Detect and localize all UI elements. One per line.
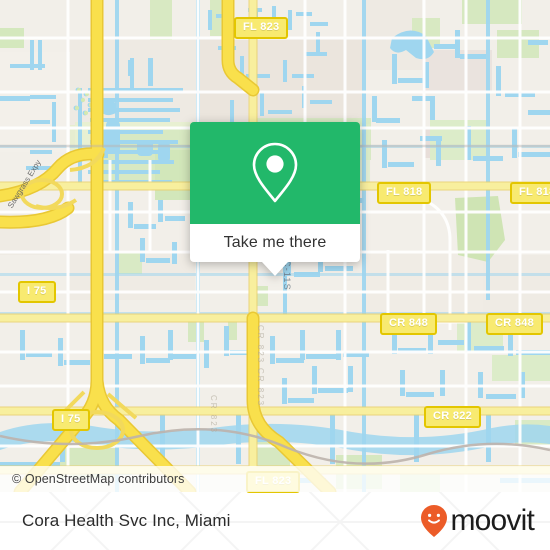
location-popup-card[interactable]: Take me there (190, 122, 360, 276)
street-label-vertical-lower: CR 823 (256, 368, 265, 408)
popup-cta-area[interactable]: Take me there (190, 224, 360, 262)
attribution-text: © OpenStreetMap contributors (12, 472, 185, 486)
street-label-vertical-bottom: CR 823 (209, 395, 218, 435)
moovit-brand[interactable]: moovit (419, 504, 535, 538)
map-attribution-bar: © OpenStreetMap contributors (0, 466, 550, 492)
moovit-map-screenshot: © OpenStreetMap contributors C-11S CR 823… (0, 0, 550, 550)
place-title: Cora Health Svc Inc, Miami (22, 511, 231, 530)
road-shield-cr-822: CR 822 (424, 406, 482, 428)
road-shield-fl-818-left: FL 818 (377, 182, 432, 204)
street-label-vertical-upper: CR 823 (256, 325, 265, 365)
popup-icon-area (190, 122, 360, 224)
moovit-smiley-pin-icon (421, 505, 448, 537)
road-shield-i-75-upper: I 75 (18, 281, 56, 303)
road-shield-fl-818-right: FL 818 (510, 182, 550, 204)
road-shield-i-75-lower: I 75 (52, 409, 90, 431)
moovit-wordmark: moovit (450, 504, 534, 537)
popup-pointer-tail (262, 262, 288, 276)
take-me-there-label: Take me there (223, 234, 327, 251)
map-pin-icon (252, 142, 298, 203)
footer-bar: Cora Health Svc Inc, Miami moovit (0, 492, 550, 550)
road-shield-fl-823-top: FL 823 (234, 17, 289, 39)
road-shield-cr-848-right: CR 848 (486, 313, 544, 335)
road-shield-cr-848-left: CR 848 (380, 313, 438, 335)
